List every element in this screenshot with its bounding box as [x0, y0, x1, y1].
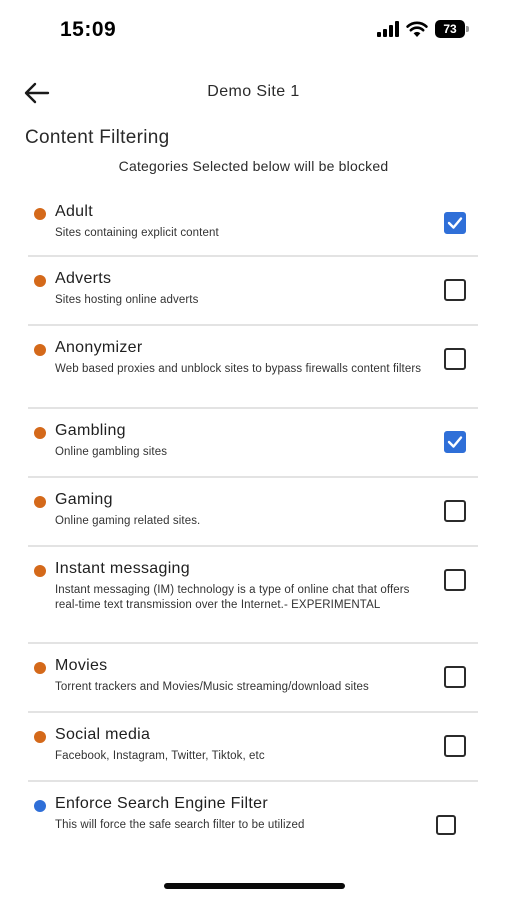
status-time: 15:09 [60, 18, 117, 41]
category-name: Movies [55, 657, 108, 674]
category-row-social-media: Social media Facebook, Instagram, Twitte… [28, 713, 478, 782]
category-name: Anonymizer [55, 339, 143, 356]
instant-messaging-checkbox[interactable] [444, 569, 466, 591]
category-row-instant-messaging: Instant messaging Instant messaging (IM)… [28, 547, 478, 644]
category-name: Enforce Search Engine Filter [55, 795, 268, 812]
category-name: Social media [55, 726, 151, 743]
page-title: Demo Site 1 [207, 83, 300, 100]
home-indicator[interactable] [164, 883, 345, 889]
category-name: Instant messaging [55, 560, 190, 577]
category-list: Adult Sites containing explicit content … [28, 190, 478, 851]
category-description: Torrent trackers and Movies/Music stream… [55, 681, 369, 693]
category-description: Instant messaging (IM) technology is a t… [55, 584, 410, 611]
category-name: Adverts [55, 270, 112, 287]
category-description: Facebook, Instagram, Twitter, Tiktok, et… [55, 750, 265, 762]
category-name: Gaming [55, 491, 113, 508]
category-row-gambling: Gambling Online gambling sites [28, 409, 478, 478]
checkmark-icon [447, 217, 463, 229]
category-row-anonymizer: Anonymizer Web based proxies and unblock… [28, 326, 478, 409]
category-dot-icon [34, 662, 46, 674]
screen: 15:09 73 Demo Site 1 Content Filtering C… [0, 0, 507, 900]
category-row-adverts: Adverts Sites hosting online adverts [28, 257, 478, 326]
status-bar: 15:09 73 [0, 0, 507, 60]
category-name: Gambling [55, 422, 126, 439]
search-engine-filter-checkbox[interactable] [436, 815, 456, 835]
category-description: Online gaming related sites. [55, 515, 201, 527]
cellular-signal-icon [377, 21, 399, 37]
category-description: Online gambling sites [55, 446, 168, 458]
category-dot-icon [34, 731, 46, 743]
category-description: Sites hosting online adverts [55, 294, 199, 306]
category-dot-icon [34, 800, 46, 812]
category-description: Sites containing explicit content [55, 227, 219, 239]
social-media-checkbox[interactable] [444, 735, 466, 757]
category-name: Adult [55, 203, 93, 220]
gaming-checkbox[interactable] [444, 500, 466, 522]
category-description: Web based proxies and unblock sites to b… [55, 363, 422, 375]
category-dot-icon [34, 565, 46, 577]
category-row-adult: Adult Sites containing explicit content [28, 190, 478, 257]
category-dot-icon [34, 344, 46, 356]
movies-checkbox[interactable] [444, 666, 466, 688]
category-dot-icon [34, 208, 46, 220]
category-row-gaming: Gaming Online gaming related sites. [28, 478, 478, 547]
adult-checkbox[interactable] [444, 212, 466, 234]
category-dot-icon [34, 427, 46, 439]
category-dot-icon [34, 496, 46, 508]
checkmark-icon [447, 436, 463, 448]
wifi-icon [406, 21, 428, 37]
gambling-checkbox[interactable] [444, 431, 466, 453]
adverts-checkbox[interactable] [444, 279, 466, 301]
category-row-movies: Movies Torrent trackers and Movies/Music… [28, 644, 478, 713]
battery-icon: 73 [435, 20, 469, 38]
section-subtitle: Categories Selected below will be blocke… [118, 158, 389, 174]
section-title: Content Filtering [25, 127, 170, 148]
category-row-search-engine-filter: Enforce Search Engine Filter This will f… [28, 782, 478, 851]
category-description: This will force the safe search filter t… [55, 819, 305, 831]
anonymizer-checkbox[interactable] [444, 348, 466, 370]
category-dot-icon [34, 275, 46, 287]
battery-level: 73 [435, 20, 465, 38]
header: Demo Site 1 [0, 70, 507, 116]
status-icons: 73 [377, 20, 469, 38]
